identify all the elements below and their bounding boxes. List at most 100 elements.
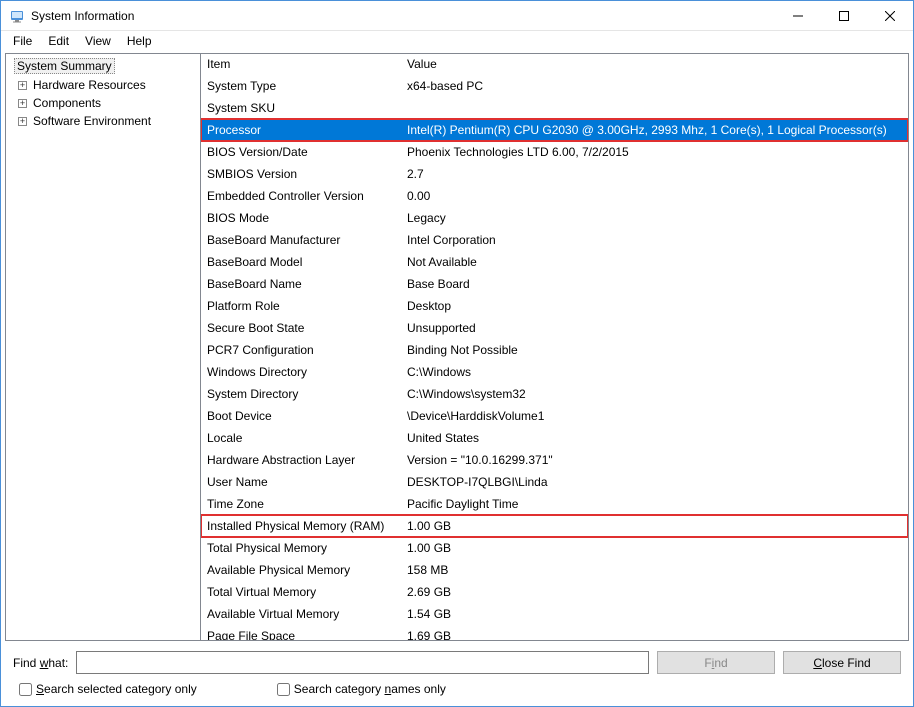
row-value: 2.69 GB bbox=[401, 581, 908, 603]
list-row[interactable]: Hardware Abstraction LayerVersion = "10.… bbox=[201, 449, 908, 471]
list-row[interactable]: Total Virtual Memory2.69 GB bbox=[201, 581, 908, 603]
row-value: Intel(R) Pentium(R) CPU G2030 @ 3.00GHz,… bbox=[401, 119, 908, 141]
row-item: Boot Device bbox=[201, 405, 401, 427]
checkbox-input[interactable] bbox=[277, 683, 290, 696]
row-value: Not Available bbox=[401, 251, 908, 273]
checkbox-input[interactable] bbox=[19, 683, 32, 696]
expand-icon[interactable]: + bbox=[18, 117, 27, 126]
row-value: Desktop bbox=[401, 295, 908, 317]
row-item: Available Virtual Memory bbox=[201, 603, 401, 625]
list-row[interactable]: ProcessorIntel(R) Pentium(R) CPU G2030 @… bbox=[201, 119, 908, 141]
list-row[interactable]: LocaleUnited States bbox=[201, 427, 908, 449]
list-row[interactable]: Boot Device\Device\HarddiskVolume1 bbox=[201, 405, 908, 427]
row-item: Locale bbox=[201, 427, 401, 449]
tree-label: Hardware Resources bbox=[31, 78, 148, 92]
list-row[interactable]: Platform RoleDesktop bbox=[201, 295, 908, 317]
list-row[interactable]: Total Physical Memory1.00 GB bbox=[201, 537, 908, 559]
row-item: BaseBoard Model bbox=[201, 251, 401, 273]
search-category-names-checkbox[interactable]: Search category names only bbox=[277, 682, 446, 696]
row-item: Total Physical Memory bbox=[201, 537, 401, 559]
row-value: 1.00 GB bbox=[401, 515, 908, 537]
list-row[interactable]: Secure Boot StateUnsupported bbox=[201, 317, 908, 339]
row-value: C:\Windows\system32 bbox=[401, 383, 908, 405]
checkbox-label: Search selected category only bbox=[36, 682, 197, 696]
menu-view[interactable]: View bbox=[77, 33, 119, 49]
row-value: Intel Corporation bbox=[401, 229, 908, 251]
menu-edit[interactable]: Edit bbox=[40, 33, 77, 49]
row-item: Windows Directory bbox=[201, 361, 401, 383]
list-row[interactable]: Embedded Controller Version0.00 bbox=[201, 185, 908, 207]
menu-file[interactable]: File bbox=[5, 33, 40, 49]
tree-item-system-summary[interactable]: System Summary bbox=[6, 56, 200, 76]
list-row[interactable]: Time ZonePacific Daylight Time bbox=[201, 493, 908, 515]
close-find-button[interactable]: Close Find bbox=[783, 651, 901, 674]
minimize-button[interactable] bbox=[775, 1, 821, 31]
list-row[interactable]: Page File Space1.69 GB bbox=[201, 625, 908, 640]
list-row[interactable]: Available Physical Memory158 MB bbox=[201, 559, 908, 581]
column-header-value[interactable]: Value bbox=[401, 54, 908, 74]
menubar: File Edit View Help bbox=[1, 31, 913, 51]
details-list[interactable]: Item Value System Typex64-based PCSystem… bbox=[201, 54, 908, 640]
list-row[interactable]: BIOS ModeLegacy bbox=[201, 207, 908, 229]
list-row[interactable]: BaseBoard NameBase Board bbox=[201, 273, 908, 295]
row-item: BIOS Mode bbox=[201, 207, 401, 229]
row-value: C:\Windows bbox=[401, 361, 908, 383]
row-value: Base Board bbox=[401, 273, 908, 295]
row-value: Unsupported bbox=[401, 317, 908, 339]
list-row[interactable]: SMBIOS Version2.7 bbox=[201, 163, 908, 185]
list-row[interactable]: PCR7 ConfigurationBinding Not Possible bbox=[201, 339, 908, 361]
list-row[interactable]: System DirectoryC:\Windows\system32 bbox=[201, 383, 908, 405]
find-input[interactable] bbox=[76, 651, 649, 674]
row-item: PCR7 Configuration bbox=[201, 339, 401, 361]
row-value: 1.54 GB bbox=[401, 603, 908, 625]
list-row[interactable]: Available Virtual Memory1.54 GB bbox=[201, 603, 908, 625]
main-content: System Summary + Hardware Resources + Co… bbox=[5, 53, 909, 641]
row-item: System Directory bbox=[201, 383, 401, 405]
row-value: Version = "10.0.16299.371" bbox=[401, 449, 908, 471]
tree-item-hardware-resources[interactable]: + Hardware Resources bbox=[6, 76, 200, 94]
list-header[interactable]: Item Value bbox=[201, 54, 908, 75]
tree-label: Components bbox=[31, 96, 103, 110]
list-row[interactable]: System Typex64-based PC bbox=[201, 75, 908, 97]
window-title: System Information bbox=[31, 9, 775, 23]
expand-icon[interactable]: + bbox=[18, 99, 27, 108]
row-value bbox=[401, 97, 908, 119]
row-value: Legacy bbox=[401, 207, 908, 229]
row-item: Installed Physical Memory (RAM) bbox=[201, 515, 401, 537]
search-selected-category-checkbox[interactable]: Search selected category only bbox=[19, 682, 197, 696]
find-button[interactable]: Find bbox=[657, 651, 775, 674]
tree-label: Software Environment bbox=[31, 114, 153, 128]
list-row[interactable]: BIOS Version/DatePhoenix Technologies LT… bbox=[201, 141, 908, 163]
row-item: System Type bbox=[201, 75, 401, 97]
row-item: BIOS Version/Date bbox=[201, 141, 401, 163]
row-item: Processor bbox=[201, 119, 401, 141]
list-row[interactable]: Windows DirectoryC:\Windows bbox=[201, 361, 908, 383]
row-value: 158 MB bbox=[401, 559, 908, 581]
row-value: Pacific Daylight Time bbox=[401, 493, 908, 515]
list-row[interactable]: BaseBoard ManufacturerIntel Corporation bbox=[201, 229, 908, 251]
row-value: 2.7 bbox=[401, 163, 908, 185]
tree-item-software-environment[interactable]: + Software Environment bbox=[6, 112, 200, 130]
column-header-item[interactable]: Item bbox=[201, 54, 401, 74]
app-icon bbox=[9, 8, 25, 24]
row-value: 0.00 bbox=[401, 185, 908, 207]
maximize-button[interactable] bbox=[821, 1, 867, 31]
row-item: Available Physical Memory bbox=[201, 559, 401, 581]
list-row[interactable]: Installed Physical Memory (RAM)1.00 GB bbox=[201, 515, 908, 537]
category-tree[interactable]: System Summary + Hardware Resources + Co… bbox=[6, 54, 201, 640]
tree-item-components[interactable]: + Components bbox=[6, 94, 200, 112]
tree-label: System Summary bbox=[14, 58, 115, 74]
row-item: Platform Role bbox=[201, 295, 401, 317]
row-item: Embedded Controller Version bbox=[201, 185, 401, 207]
row-value: Binding Not Possible bbox=[401, 339, 908, 361]
row-value: \Device\HarddiskVolume1 bbox=[401, 405, 908, 427]
row-value: Phoenix Technologies LTD 6.00, 7/2/2015 bbox=[401, 141, 908, 163]
expand-icon[interactable]: + bbox=[18, 81, 27, 90]
list-row[interactable]: BaseBoard ModelNot Available bbox=[201, 251, 908, 273]
list-row[interactable]: User NameDESKTOP-I7QLBGI\Linda bbox=[201, 471, 908, 493]
titlebar: System Information bbox=[1, 1, 913, 31]
menu-help[interactable]: Help bbox=[119, 33, 160, 49]
list-row[interactable]: System SKU bbox=[201, 97, 908, 119]
row-item: Total Virtual Memory bbox=[201, 581, 401, 603]
close-button[interactable] bbox=[867, 1, 913, 31]
